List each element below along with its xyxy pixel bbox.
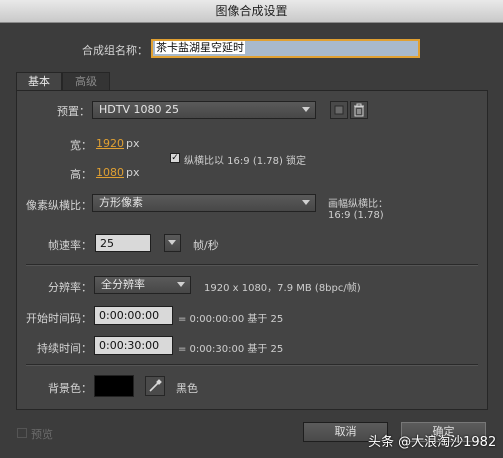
duration-input[interactable]: 0:00:30:00	[94, 336, 173, 355]
chevron-down-icon	[302, 200, 310, 205]
preview-label: 预览	[31, 428, 53, 441]
window-title: 图像合成设置	[0, 0, 503, 23]
tab-advanced[interactable]: 高级	[62, 72, 110, 91]
frame-rate-unit: 帧/秒	[193, 239, 219, 252]
preset-value: HDTV 1080 25	[99, 103, 179, 116]
height-value[interactable]: 1080	[96, 166, 124, 179]
height-label: 高：	[70, 168, 92, 181]
composition-name-label: 合成组名称：	[82, 44, 148, 57]
resolution-label: 分辨率：	[48, 281, 92, 294]
start-timecode-label: 开始时间码：	[26, 312, 92, 325]
composition-name-input[interactable]: 茶卡盐湖星空延时	[151, 39, 420, 58]
divider	[26, 264, 478, 266]
height-unit: px	[126, 166, 140, 179]
chevron-down-icon	[302, 107, 310, 112]
frame-rate-dropdown[interactable]	[164, 234, 181, 252]
trash-glyph	[354, 103, 364, 117]
duration-info: = 0:00:30:00 基于 25	[178, 344, 284, 355]
frame-aspect-label: 画幅纵横比：	[328, 199, 388, 210]
resolution-dropdown[interactable]: 全分辨率	[94, 276, 191, 294]
trash-icon[interactable]	[350, 101, 368, 119]
pixel-aspect-value: 方形像素	[99, 196, 143, 209]
eyedropper-glyph	[149, 379, 162, 392]
save-preset-icon[interactable]	[330, 101, 348, 119]
resolution-info: 1920 x 1080，7.9 MB (8bpc/帧)	[204, 283, 361, 294]
save-preset-glyph	[334, 105, 344, 115]
preview-checkbox[interactable]	[17, 428, 27, 438]
width-label: 宽：	[70, 139, 92, 152]
pixel-aspect-dropdown[interactable]: 方形像素	[92, 194, 316, 212]
preset-dropdown[interactable]: HDTV 1080 25	[92, 101, 316, 119]
background-label: 背景色：	[48, 382, 92, 395]
chevron-down-icon	[168, 240, 176, 245]
start-timecode-input[interactable]: 0:00:00:00	[94, 306, 173, 325]
aspect-lock-label: 纵横比以 16:9 (1.78) 锁定	[184, 156, 307, 167]
start-timecode-info: = 0:00:00:00 基于 25	[178, 314, 284, 325]
frame-rate-input[interactable]: 25	[95, 234, 151, 252]
tab-basic[interactable]: 基本	[16, 72, 62, 91]
frame-rate-label: 帧速率：	[48, 239, 92, 252]
resolution-value: 全分辨率	[101, 278, 145, 291]
composition-name-value[interactable]: 茶卡盐湖星空延时	[155, 41, 245, 54]
preset-label: 预置：	[57, 105, 90, 118]
width-unit: px	[126, 137, 140, 150]
chevron-down-icon	[177, 282, 185, 287]
width-value[interactable]: 1920	[96, 137, 124, 150]
aspect-lock-checkbox[interactable]: ✓	[170, 153, 180, 163]
duration-label: 持续时间：	[37, 342, 92, 355]
frame-aspect-value: 16:9 (1.78)	[328, 210, 384, 221]
watermark: 头条 @大浪淘沙1982	[368, 435, 497, 450]
pixel-aspect-label: 像素纵横比：	[26, 199, 92, 212]
background-color-name: 黑色	[176, 382, 198, 395]
divider	[26, 364, 478, 366]
eyedropper-icon[interactable]	[145, 376, 165, 396]
background-color-swatch[interactable]	[94, 375, 134, 397]
